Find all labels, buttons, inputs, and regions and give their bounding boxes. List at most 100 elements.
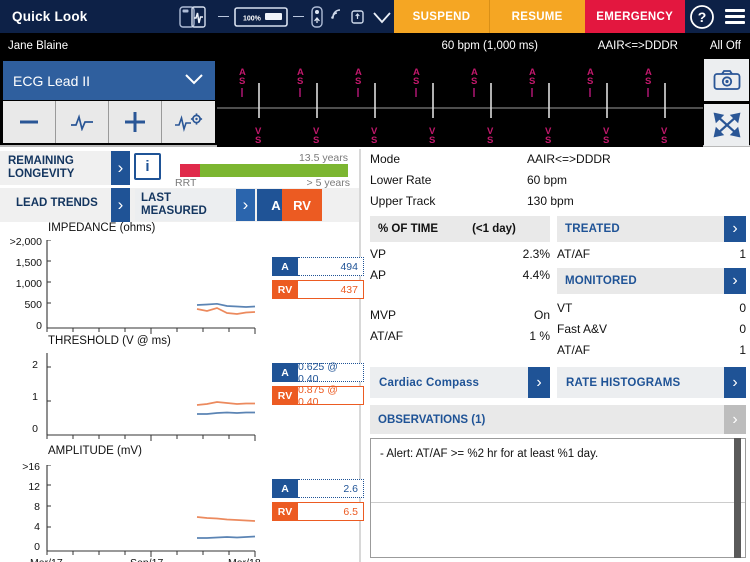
help-button[interactable]: ? xyxy=(685,0,720,33)
patient-mode: AAIR<=>DDDR xyxy=(597,39,678,52)
lead-trends-expand-button[interactable]: › xyxy=(111,188,130,222)
pct-label-ap: AP xyxy=(370,268,387,282)
camera-icon xyxy=(713,70,740,90)
svg-text:S: S xyxy=(487,135,493,146)
telemetry-icon xyxy=(330,7,345,27)
threshold-legend-rv-value: 0.875 @ 0.40 xyxy=(298,384,364,408)
expand-strip-button[interactable] xyxy=(704,104,749,146)
observations-scrollbar[interactable] xyxy=(734,438,741,558)
observations-header: OBSERVATIONS (1) › xyxy=(370,405,746,434)
impedance-legend-rv-tag: RV xyxy=(272,280,298,299)
impedance-chart: IMPEDANCE (ohms) >2,000 1,500 1,000 500 … xyxy=(0,222,364,335)
capture-snapshot-button[interactable] xyxy=(704,59,749,101)
svg-text:S: S xyxy=(255,135,261,146)
longevity-info-button[interactable]: i xyxy=(134,153,161,180)
patient-status-bar: Jane Blaine 60 bpm (1,000 ms) AAIR<=>DDD… xyxy=(0,33,750,58)
svg-text:S: S xyxy=(529,76,535,87)
top-header-bar: Quick Look 100% SUSPEND RESUME EMERGENCY… xyxy=(0,0,750,33)
svg-text:S: S xyxy=(587,76,593,87)
connector-line-1 xyxy=(218,15,230,18)
suspend-button[interactable]: SUSPEND xyxy=(394,0,490,33)
pct-value-vp: 2.3% xyxy=(522,247,550,261)
lead-trends-label: LEAD TRENDS xyxy=(16,197,98,209)
ecg-waveform-strip[interactable]: A S V S A S V S A S V S A S V S A S V S … xyxy=(217,58,703,147)
amplitude-ytick-2: 8 xyxy=(34,501,40,513)
hamburger-menu-button[interactable] xyxy=(719,0,750,33)
amplitude-legend-rv[interactable]: RV 6.5 xyxy=(272,502,364,521)
ecg-zoom-out-button[interactable] xyxy=(3,101,56,143)
last-measured-line1: LAST xyxy=(141,192,172,205)
treated-title: TREATED xyxy=(565,223,620,235)
treated-value-ataf: 1 xyxy=(739,247,746,261)
rate-histograms-chevron-icon: › xyxy=(724,367,746,398)
impedance-plot xyxy=(46,240,256,334)
header-status-icons: 100% xyxy=(173,0,394,33)
threshold-legend-a-value: 0.625 @ 0.40 xyxy=(298,361,364,385)
patient-name: Jane Blaine xyxy=(8,39,69,52)
emergency-button[interactable]: EMERGENCY xyxy=(584,0,685,33)
longevity-remaining-segment xyxy=(200,164,348,177)
threshold-ytick-0: 2 xyxy=(32,359,38,371)
chevron-down-icon[interactable] xyxy=(370,7,394,27)
observations-box: - Alert: AT/AF >= %2 hr for at least %1 … xyxy=(370,438,746,558)
impedance-legend-a[interactable]: A 494 xyxy=(272,257,364,276)
left-column: REMAINING LONGEVITY › i 13.5 years RRT >… xyxy=(0,149,364,562)
threshold-legend-a[interactable]: A 0.625 @ 0.40 xyxy=(272,361,364,385)
svg-text:S: S xyxy=(661,135,667,146)
observation-item: - Alert: AT/AF >= %2 hr for at least %1 … xyxy=(380,448,599,460)
cardiac-compass-button[interactable]: Cardiac Compass › xyxy=(370,367,550,398)
last-measured-button[interactable]: LAST MEASURED xyxy=(135,189,235,221)
svg-text:S: S xyxy=(313,135,319,146)
monitored-label-fastav: Fast A&V xyxy=(557,322,608,336)
ecg-settings-button[interactable] xyxy=(162,101,215,143)
rate-histograms-button[interactable]: RATE HISTOGRAMS › xyxy=(557,367,746,398)
pct-of-time-period: (<1 day) xyxy=(472,223,516,235)
threshold-legend-rv[interactable]: RV 0.875 @ 0.40 xyxy=(272,384,364,408)
last-measured-expand-button[interactable]: › xyxy=(236,189,255,221)
svg-text:S: S xyxy=(603,135,609,146)
save-icon xyxy=(350,7,365,27)
param-value-mode: AAIR<=>DDDR xyxy=(527,152,611,166)
ecg-waveform-button[interactable] xyxy=(56,101,109,143)
amplitude-ytick-3: 4 xyxy=(34,521,40,533)
monitored-expand-button[interactable]: › xyxy=(724,268,746,294)
impedance-legend-rv[interactable]: RV 437 xyxy=(272,280,364,299)
ecg-zoom-in-button[interactable] xyxy=(109,101,162,143)
treated-header[interactable]: TREATED › xyxy=(557,216,746,242)
pct-label-ataf: AT/AF xyxy=(370,329,404,343)
longevity-bar xyxy=(180,164,348,177)
chevron-down-icon xyxy=(183,72,205,89)
threshold-chart: THRESHOLD (V @ ms) 2 1 0 A 0.625 @ 0.40 … xyxy=(0,335,364,445)
monitored-header[interactable]: MONITORED › xyxy=(557,268,746,294)
chamber-filter-rv-button[interactable]: RV xyxy=(282,189,322,221)
amplitude-legend-a[interactable]: A 2.6 xyxy=(272,479,364,498)
remaining-longevity-expand-button[interactable]: › xyxy=(111,151,130,185)
treated-label-ataf: AT/AF xyxy=(557,247,591,261)
hamburger-menu-icon xyxy=(724,6,745,27)
longevity-estimate-label: 13.5 years xyxy=(298,152,348,164)
monitored-label-vt: VT xyxy=(557,301,573,315)
amplitude-ytick-0: >16 xyxy=(22,461,40,473)
quick-look-screen: Quick Look 100% SUSPEND RESUME EMERGENCY… xyxy=(0,0,750,562)
ecg-lead-selector[interactable]: ECG Lead II xyxy=(3,61,215,100)
monitored-value-vt: 0 xyxy=(739,301,746,315)
cardiac-compass-chevron-icon: › xyxy=(528,367,550,398)
svg-text:S: S xyxy=(371,135,377,146)
threshold-legend-rv-tag: RV xyxy=(272,386,298,405)
impedance-ytick-4: 0 xyxy=(36,320,42,332)
amplitude-ytick-1: 12 xyxy=(28,481,40,493)
longevity-rrt-segment xyxy=(180,164,200,177)
ecg-trace: A S V S A S V S A S V S A S V S A S V S … xyxy=(217,67,703,146)
longevity-label-line1: REMAINING xyxy=(8,155,74,168)
amplitude-legend-a-value: 2.6 xyxy=(298,479,364,498)
battery-percent-label: 100% xyxy=(243,15,262,22)
observations-separator xyxy=(371,502,745,503)
amplitude-xtick-0: Mar/17 xyxy=(30,557,63,562)
ecg-toolbar xyxy=(3,101,215,143)
pct-label-mvp: MVP xyxy=(370,308,397,322)
impedance-chart-title: IMPEDANCE (ohms) xyxy=(48,222,156,234)
amplitude-legend-rv-value: 6.5 xyxy=(298,502,364,521)
treated-expand-button[interactable]: › xyxy=(724,216,746,242)
observations-expand-button[interactable]: › xyxy=(724,405,746,434)
resume-button[interactable]: RESUME xyxy=(489,0,585,33)
